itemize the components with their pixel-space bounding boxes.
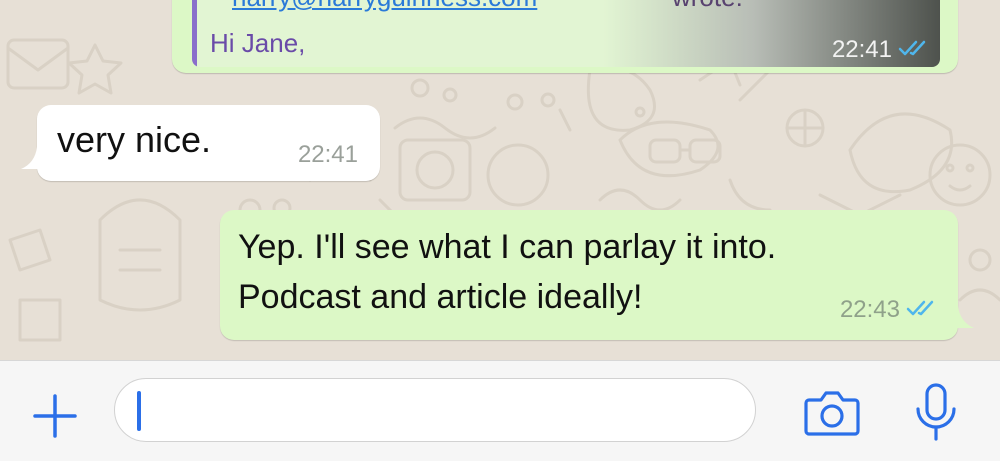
attach-button[interactable] [30, 391, 80, 441]
camera-button[interactable] [803, 386, 861, 438]
bubble-tail [21, 147, 43, 169]
outgoing-message-bubble[interactable]: Yep. I'll see what I can parlay it into.… [220, 210, 974, 340]
double-check-icon [906, 299, 938, 322]
bubble-tail [952, 306, 974, 328]
message-text-field[interactable] [114, 378, 756, 442]
message-time: 22:41 [831, 36, 892, 63]
message-input[interactable] [135, 387, 739, 435]
text-caret [137, 391, 141, 431]
incoming-message-text: very nice. [57, 119, 212, 160]
message-meta: 22:41 [832, 36, 930, 64]
message-time: 22:41 [297, 141, 358, 168]
microphone-button[interactable] [913, 381, 959, 445]
outgoing-message-text-line: Yep. I'll see what I can parlay it into. [238, 228, 777, 266]
quoted-message-text: Hi Jane, [210, 28, 306, 58]
outgoing-message-text-line: Podcast and article ideally! [238, 278, 643, 316]
message-input-bar [0, 360, 1000, 461]
message-time: 22:43 [839, 296, 900, 323]
quoted-wrote-label: wrote: [672, 0, 743, 13]
incoming-message-bubble[interactable]: very nice. 22:41 [21, 105, 380, 181]
double-check-icon [898, 39, 930, 62]
quoted-message[interactable]: harry@harryguinness.com wrote: Hi Jane, [192, 0, 940, 67]
microphone-icon [916, 383, 956, 441]
outgoing-message-bubble[interactable]: harry@harryguinness.com wrote: Hi Jane, … [172, 0, 958, 73]
camera-icon [804, 391, 860, 436]
quoted-email-link[interactable]: harry@harryguinness.com [232, 0, 537, 13]
plus-icon [33, 394, 77, 438]
message-meta: 22:43 [840, 296, 938, 324]
chat-screen: harry@harryguinness.com wrote: Hi Jane, … [0, 0, 1000, 461]
quote-accent-bar [192, 0, 197, 67]
